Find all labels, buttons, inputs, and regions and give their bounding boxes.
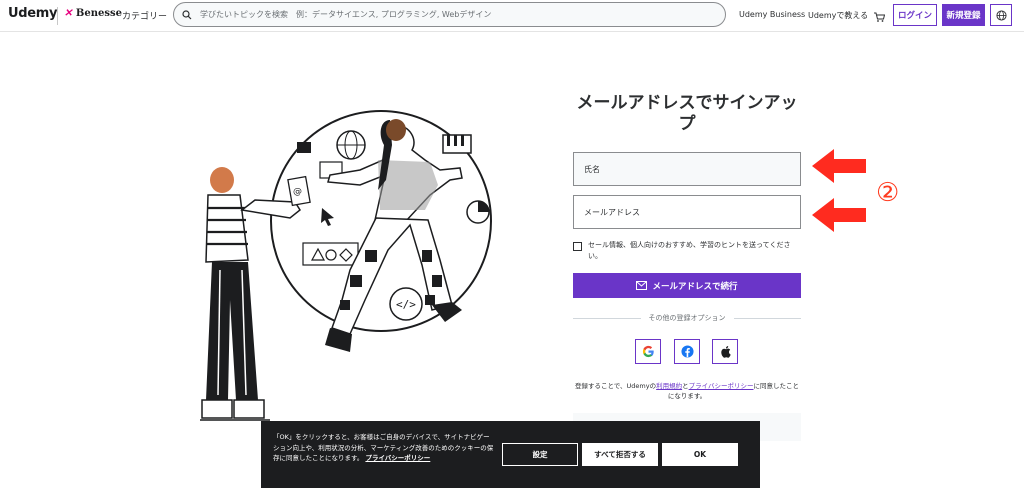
cookie-settings-button[interactable]: 設定: [502, 443, 578, 466]
cart-icon[interactable]: [873, 8, 886, 27]
terms-prefix: 登録することで、Udemyの: [575, 382, 657, 390]
login-button[interactable]: ログイン: [893, 4, 937, 26]
marketing-checkbox-label: セール情報、個人向けのおすすめ、学習のヒントを送ってください。: [588, 241, 791, 260]
globe-icon: [995, 9, 1007, 21]
teach-on-udemy-link[interactable]: Udemyで教える: [808, 10, 868, 21]
facebook-icon: [680, 345, 694, 358]
udemy-business-link[interactable]: Udemy Business: [739, 10, 805, 19]
apple-icon: [720, 346, 731, 358]
continue-label: メールアドレスで続行: [652, 281, 738, 292]
email-field-label: メールアドレス: [584, 207, 640, 217]
annotation-arrow-icon: [812, 149, 866, 183]
page-title: メールアドレスでサインアップ: [576, 93, 798, 134]
marketing-opt-in[interactable]: セール情報、個人向けのおすすめ、学習のヒントを送ってください。: [573, 240, 803, 262]
search-input[interactable]: [200, 10, 700, 19]
marketing-checkbox[interactable]: [573, 242, 582, 251]
signup-illustration: </> @: [200, 110, 492, 421]
facebook-signup-button[interactable]: [674, 339, 700, 364]
cookie-banner: 「OK」をクリックすると、お客様はご自身のデバイスで、サイトナビゲーション向上や…: [261, 421, 760, 488]
continue-with-email-button[interactable]: メールアドレスで続行: [573, 273, 801, 298]
email-field[interactable]: メールアドレス: [573, 195, 801, 229]
udemy-logo[interactable]: Udemy: [8, 6, 58, 21]
category-menu[interactable]: カテゴリー: [122, 9, 167, 22]
mail-icon: [636, 281, 648, 290]
step-number-badge: ②: [876, 178, 900, 208]
apple-signup-button[interactable]: [712, 339, 738, 364]
annotation-arrow-icon: [812, 198, 866, 232]
google-icon: [642, 345, 654, 358]
logo-divider: [57, 7, 58, 25]
other-options-label: その他の登録オプション: [648, 314, 726, 322]
signup-button[interactable]: 新規登録: [942, 4, 985, 26]
cookie-ok-button[interactable]: OK: [662, 443, 738, 466]
language-button[interactable]: [990, 4, 1012, 26]
name-field[interactable]: 氏名: [573, 152, 801, 186]
cookie-message: 「OK」をクリックすると、お客様はご自身のデバイスで、サイトナビゲーション向上や…: [273, 432, 495, 464]
privacy-policy-link[interactable]: プライバシーポリシー: [689, 382, 754, 390]
svg-text:</>: </>: [396, 298, 416, 311]
terms-notice: 登録することで、Udemyの利用規約とプライバシーポリシーに同意したことになりま…: [573, 381, 801, 401]
terms-link[interactable]: 利用規約: [656, 382, 682, 390]
search-icon: [182, 9, 192, 19]
cookie-reject-all-button[interactable]: すべて拒否する: [582, 443, 658, 466]
name-field-label: 氏名: [584, 164, 600, 174]
google-signup-button[interactable]: [635, 339, 661, 364]
other-options-divider: その他の登録オプション: [573, 313, 801, 323]
svg-text:@: @: [293, 187, 302, 197]
top-nav: Udemy ✕ Benesse カテゴリー Udemy Business Ude…: [0, 0, 1024, 32]
cookie-privacy-link[interactable]: プライバシーポリシー: [365, 454, 430, 462]
search-bar[interactable]: [173, 2, 726, 27]
benesse-logo: ✕ Benesse: [64, 8, 122, 19]
